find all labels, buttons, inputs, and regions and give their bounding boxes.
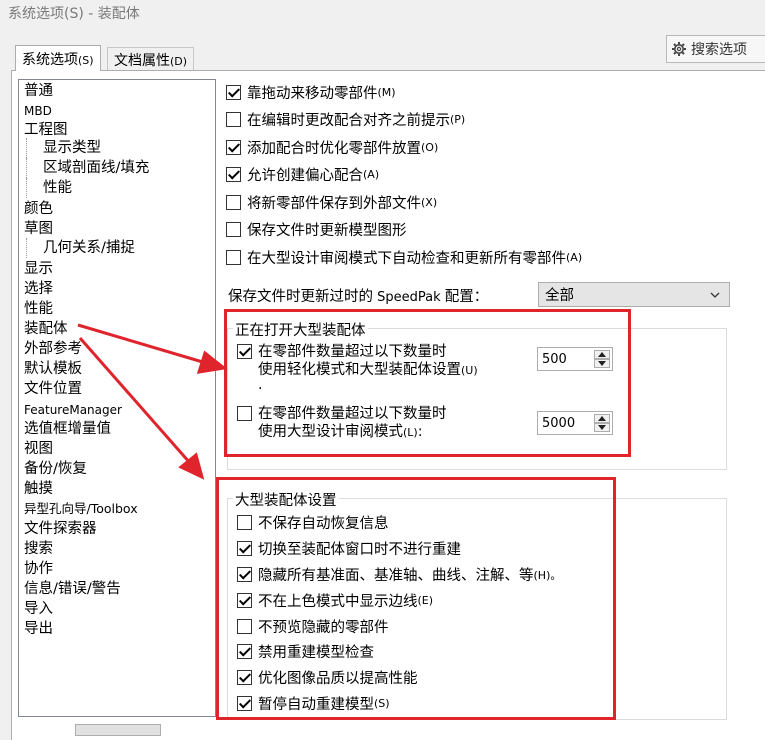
option-move-by-dragging[interactable]: 靠拖动来移动零部件 (M) xyxy=(226,82,396,103)
sidebar-item-display[interactable]: 显示 xyxy=(24,259,53,279)
option-accel: (X) xyxy=(421,196,438,209)
option-label: 在编辑时更改配合对齐之前提示 xyxy=(247,113,450,129)
option-accel: (A) xyxy=(566,251,583,264)
sidebar-item-relations-snaps[interactable]: 几何关系/捕捉 xyxy=(26,238,135,258)
option-accel: (P) xyxy=(450,113,466,126)
chevron-down-icon xyxy=(710,292,720,298)
sidebar-item-assemblies[interactable]: 装配体 xyxy=(24,319,68,339)
tab-system-options-accel: (S) xyxy=(78,54,94,67)
option-label: 保存文件时更新模型图形 xyxy=(247,223,407,239)
option-accel: (O) xyxy=(421,141,439,154)
sidebar-item-display-style[interactable]: 显示类型 xyxy=(26,138,101,158)
option-label: 靠拖动来移动零部件 xyxy=(247,86,378,102)
option-label: 允许创建偏心配合 xyxy=(247,168,363,184)
search-options-label: 搜索选项 xyxy=(691,42,747,58)
sidebar-item-view[interactable]: 视图 xyxy=(24,439,53,459)
sidebar-item-file-locations[interactable]: 文件位置 xyxy=(24,379,82,399)
sidebar-item-collaboration[interactable]: 协作 xyxy=(24,559,53,579)
window-title: 系统选项(S) - 装配体 xyxy=(8,6,140,22)
sidebar-item-general[interactable]: 普通 xyxy=(24,81,53,101)
checkbox[interactable] xyxy=(226,167,241,182)
checkbox[interactable] xyxy=(226,85,241,100)
gear-search-icon xyxy=(672,42,686,56)
tab-system-options[interactable]: 系统选项(S) xyxy=(15,45,101,71)
options-tree: 普通 MBD 工程图 显示类型 区域剖面线/填充 性能 颜色 草图 几何关系/捕… xyxy=(18,79,216,717)
option-label: 添加配合时优化零部件放置 xyxy=(247,141,421,157)
option-accel: (M) xyxy=(377,86,396,99)
tab-system-options-label: 系统选项 xyxy=(22,52,78,68)
checkbox[interactable] xyxy=(226,222,241,237)
highlight-box-opening xyxy=(224,309,631,457)
sidebar-item-selection[interactable]: 选择 xyxy=(24,279,53,299)
highlight-box-settings xyxy=(216,477,616,720)
sidebar-item-export[interactable]: 导出 xyxy=(24,619,53,639)
sidebar-item-default-templates[interactable]: 默认模板 xyxy=(24,359,82,379)
sidebar-item-relations-snaps-label: 几何关系/捕捉 xyxy=(43,240,135,256)
checkbox[interactable] xyxy=(226,250,241,265)
sidebar-item-drawing-performance-label: 性能 xyxy=(43,180,72,196)
sidebar-item-file-explorer[interactable]: 文件探索器 xyxy=(24,519,97,539)
sidebar-item-sketch[interactable]: 草图 xyxy=(24,219,53,239)
sidebar-item-hole-wizard-toolbox[interactable]: 异型孔向导/Toolbox xyxy=(24,499,138,519)
option-allow-misaligned-mates[interactable]: 允许创建偏心配合 (A) xyxy=(226,164,379,185)
option-label: 将新零部件保存到外部文件 xyxy=(247,196,421,212)
sidebar-item-performance[interactable]: 性能 xyxy=(24,299,53,319)
checkbox[interactable] xyxy=(226,195,241,210)
option-update-model-graphics[interactable]: 保存文件时更新模型图形 xyxy=(226,219,407,240)
sidebar-item-featuremanager[interactable]: FeatureManager xyxy=(24,400,122,420)
sidebar-item-spin-box-increments[interactable]: 选值框增量值 xyxy=(24,419,111,439)
tab-document-properties[interactable]: 文档属性(D) xyxy=(107,47,195,70)
speedpak-label-suffix: 配置： xyxy=(444,289,489,305)
sidebar-item-external-references[interactable]: 外部参考 xyxy=(24,339,82,359)
sidebar-item-mbd[interactable]: MBD xyxy=(24,101,52,121)
sidebar-item-display-style-label: 显示类型 xyxy=(43,140,101,156)
sidebar-item-colors[interactable]: 颜色 xyxy=(24,199,53,219)
option-save-to-external-file[interactable]: 将新零部件保存到外部文件 (X) xyxy=(226,192,437,213)
sidebar-item-drawings[interactable]: 工程图 xyxy=(24,120,68,140)
speedpak-label-prefix: 保存文件时更新过时的 xyxy=(228,289,373,305)
speedpak-select-value: 全部 xyxy=(545,288,574,304)
sidebar-item-touch[interactable]: 触摸 xyxy=(24,479,53,499)
checkbox[interactable] xyxy=(226,112,241,127)
option-auto-check-large-design-review[interactable]: 在大型设计审阅模式下自动检查和更新所有零部件 (A) xyxy=(226,247,582,268)
sidebar-item-area-hatch[interactable]: 区域剖面线/填充 xyxy=(26,158,149,178)
reset-button-partial[interactable] xyxy=(75,724,161,736)
sidebar-item-hole-wizard-toolbox-label: 异型孔向导/Toolbox xyxy=(24,501,138,516)
sidebar-item-drawing-performance[interactable]: 性能 xyxy=(26,178,72,198)
option-label: 在大型设计审阅模式下自动检查和更新所有零部件 xyxy=(247,251,566,267)
sidebar-item-backup-recover[interactable]: 备份/恢复 xyxy=(24,459,87,479)
tab-document-properties-accel: (D) xyxy=(170,55,188,68)
speedpak-select[interactable]: 全部 xyxy=(538,282,730,307)
checkbox[interactable] xyxy=(226,140,241,155)
speedpak-label: 保存文件时更新过时的 SpeedPak 配置： xyxy=(228,285,488,306)
option-prompt-before-mate-alignment[interactable]: 在编辑时更改配合对齐之前提示 (P) xyxy=(226,109,465,130)
sidebar-item-import[interactable]: 导入 xyxy=(24,599,53,619)
option-accel: (A) xyxy=(363,168,380,181)
sidebar-item-search[interactable]: 搜索 xyxy=(24,539,53,559)
option-optimize-component-placement[interactable]: 添加配合时优化零部件放置 (O) xyxy=(226,137,438,158)
sidebar-item-area-hatch-label: 区域剖面线/填充 xyxy=(43,160,150,176)
tab-document-properties-label: 文档属性 xyxy=(114,53,170,69)
sidebar-item-messages-errors-warnings[interactable]: 信息/错误/警告 xyxy=(24,579,121,599)
search-options-box[interactable]: 搜索选项 xyxy=(666,35,765,63)
speedpak-label-latin: SpeedPak xyxy=(373,290,445,305)
